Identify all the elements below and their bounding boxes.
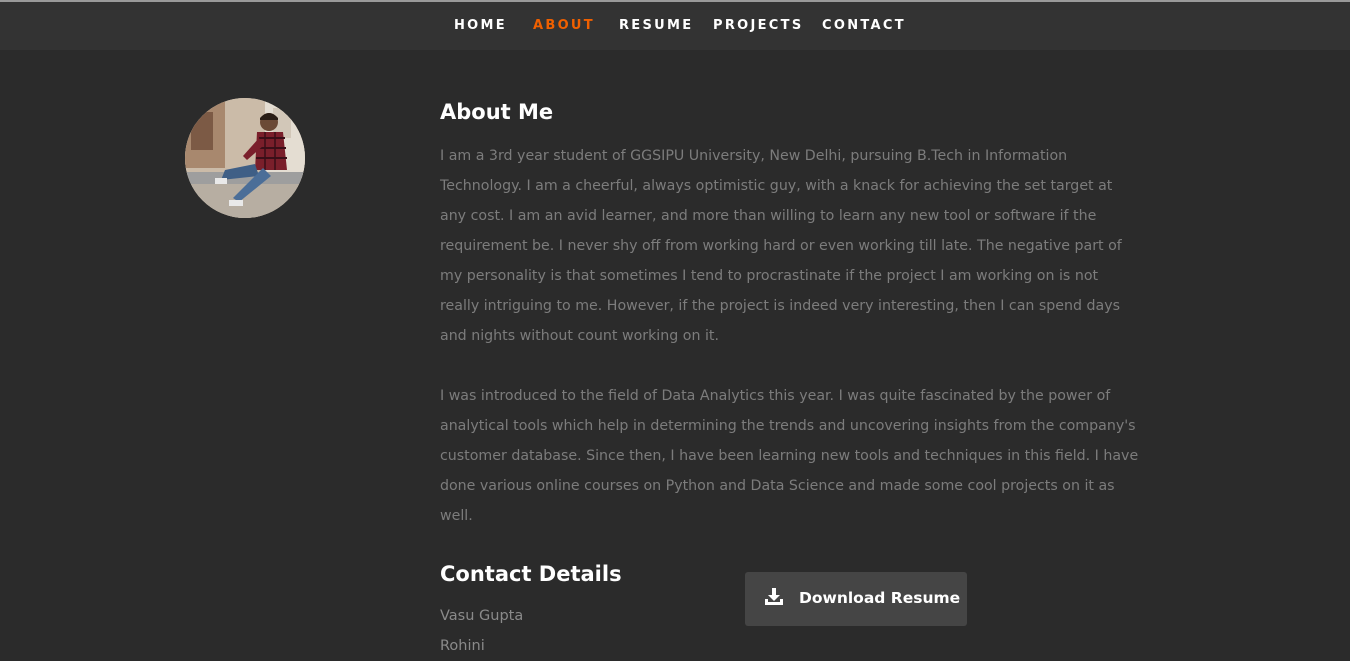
nav-contact[interactable]: CONTACT (822, 18, 906, 33)
contact-name: Vasu Gupta (440, 608, 524, 624)
about-paragraph-2: I was introduced to the field of Data An… (440, 388, 1139, 524)
profile-photo (185, 98, 305, 218)
download-resume-button[interactable]: Download Resume (745, 572, 967, 626)
download-resume-label: Download Resume (799, 589, 961, 607)
contact-location: Rohini (440, 638, 485, 654)
about-title: About Me (440, 100, 554, 124)
top-navigation: HOME ABOUT RESUME PROJECTS CONTACT (0, 2, 1350, 50)
nav-projects[interactable]: PROJECTS (713, 18, 803, 33)
contact-title: Contact Details (440, 562, 622, 586)
download-icon (764, 587, 784, 607)
profile-photo-illustration (185, 98, 305, 218)
nav-resume[interactable]: RESUME (619, 18, 693, 33)
about-paragraph-1: I am a 3rd year student of GGSIPU Univer… (440, 148, 1122, 344)
nav-home[interactable]: HOME (454, 18, 507, 33)
nav-about[interactable]: ABOUT (533, 18, 595, 33)
